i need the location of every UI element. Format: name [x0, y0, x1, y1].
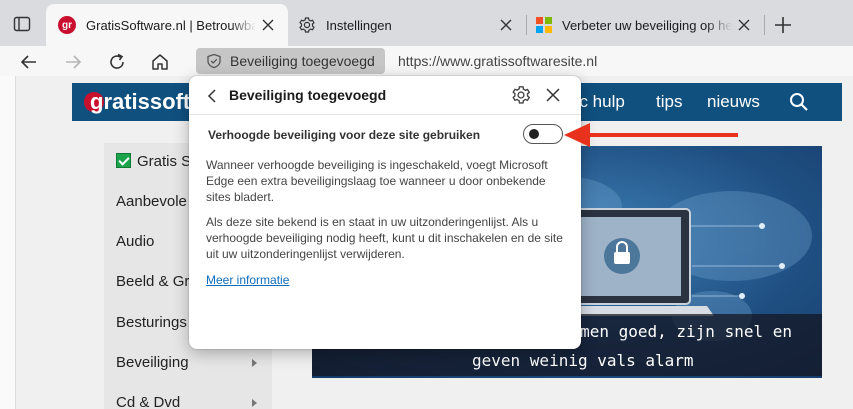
- back-chevron-icon[interactable]: [201, 85, 223, 107]
- chevron-right-icon: [252, 359, 257, 367]
- enhanced-security-toggle[interactable]: [523, 124, 563, 144]
- address-bar-url[interactable]: https://www.gratissoftwaresite.nl: [398, 53, 597, 69]
- sidebar-item-beveiliging[interactable]: Beveiliging: [116, 354, 189, 371]
- page-edge: [0, 76, 16, 409]
- gratissoftware-favicon-icon: gr: [58, 16, 76, 34]
- site-security-label: Beveiliging toegevoegd: [230, 53, 375, 69]
- sidebar-item-label: Gratis S: [137, 153, 192, 170]
- site-logo[interactable]: gratissoft: [84, 89, 190, 115]
- tab-strip: gr GratisSoftware.nl | Betrouwbare grati…: [0, 0, 853, 46]
- divider: [189, 114, 581, 115]
- close-icon[interactable]: [542, 84, 564, 106]
- sidebar-item-gratis[interactable]: Gratis S: [116, 153, 191, 170]
- microsoft-logo-icon: [536, 17, 552, 33]
- refresh-icon[interactable]: [104, 49, 130, 75]
- sidebar-item-audio[interactable]: Audio: [116, 233, 154, 250]
- sidebar-item-aanbevolen[interactable]: Aanbevole: [116, 193, 187, 210]
- tab-title: Verbeter uw beveiliging op het web: [562, 17, 732, 33]
- tab-instellingen[interactable]: Instellingen: [290, 4, 526, 46]
- back-icon[interactable]: [16, 49, 42, 75]
- hero-caption-line-2: geven weinig vals alarm: [472, 351, 694, 370]
- checkmark-icon: [116, 153, 131, 168]
- more-info-link[interactable]: Meer informatie: [206, 273, 289, 287]
- sidebar-item-besturing[interactable]: Besturings: [116, 314, 187, 331]
- tab-separator: [764, 15, 765, 35]
- close-tab-icon[interactable]: [256, 13, 280, 37]
- search-icon[interactable]: [788, 91, 810, 113]
- tab-actions-icon[interactable]: [12, 14, 32, 34]
- new-tab-icon[interactable]: [772, 14, 794, 36]
- chevron-right-icon: [252, 399, 257, 407]
- nav-link-nieuws[interactable]: nieuws: [707, 92, 760, 112]
- site-security-popup: Beveiliging toegevoegd Verhoogde beveili…: [189, 76, 581, 349]
- enhanced-security-toggle-label: Verhoogde beveiliging voor deze site geb…: [208, 128, 481, 142]
- sidebar-item-beeld[interactable]: Beeld & Gr: [116, 273, 189, 290]
- annotation-arrow-icon: [564, 123, 738, 147]
- close-tab-icon[interactable]: [732, 13, 756, 37]
- sidebar-item-cd-dvd[interactable]: Cd & Dvd: [116, 394, 180, 409]
- popup-title: Beveiliging toegevoegd: [229, 87, 387, 103]
- nav-link-tips[interactable]: tips: [656, 92, 682, 112]
- browser-toolbar: Beveiliging toegevoegd https://www.grati…: [0, 46, 853, 76]
- gear-icon: [298, 16, 316, 34]
- site-security-button[interactable]: Beveiliging toegevoegd: [196, 48, 385, 74]
- tab-gratissoftware[interactable]: gr GratisSoftware.nl | Betrouwbare grati…: [46, 4, 288, 46]
- close-tab-icon[interactable]: [494, 13, 518, 37]
- toggle-knob: [529, 129, 539, 139]
- home-icon[interactable]: [147, 49, 173, 75]
- tab-title: GratisSoftware.nl | Betrouwbare gratis s…: [86, 17, 256, 33]
- tab-title: Instellingen: [326, 17, 392, 33]
- shield-check-icon: [206, 53, 222, 69]
- tab-verbeter-beveiliging[interactable]: Verbeter uw beveiliging op het web: [526, 4, 764, 46]
- forward-icon[interactable]: [60, 49, 86, 75]
- logo-text: gratissoft: [90, 89, 191, 114]
- popup-description-1: Wanneer verhoogde beveiliging is ingesch…: [206, 158, 548, 204]
- popup-description-2: Als deze site bekend is en staat in uw u…: [206, 215, 563, 261]
- gear-icon[interactable]: [510, 84, 532, 106]
